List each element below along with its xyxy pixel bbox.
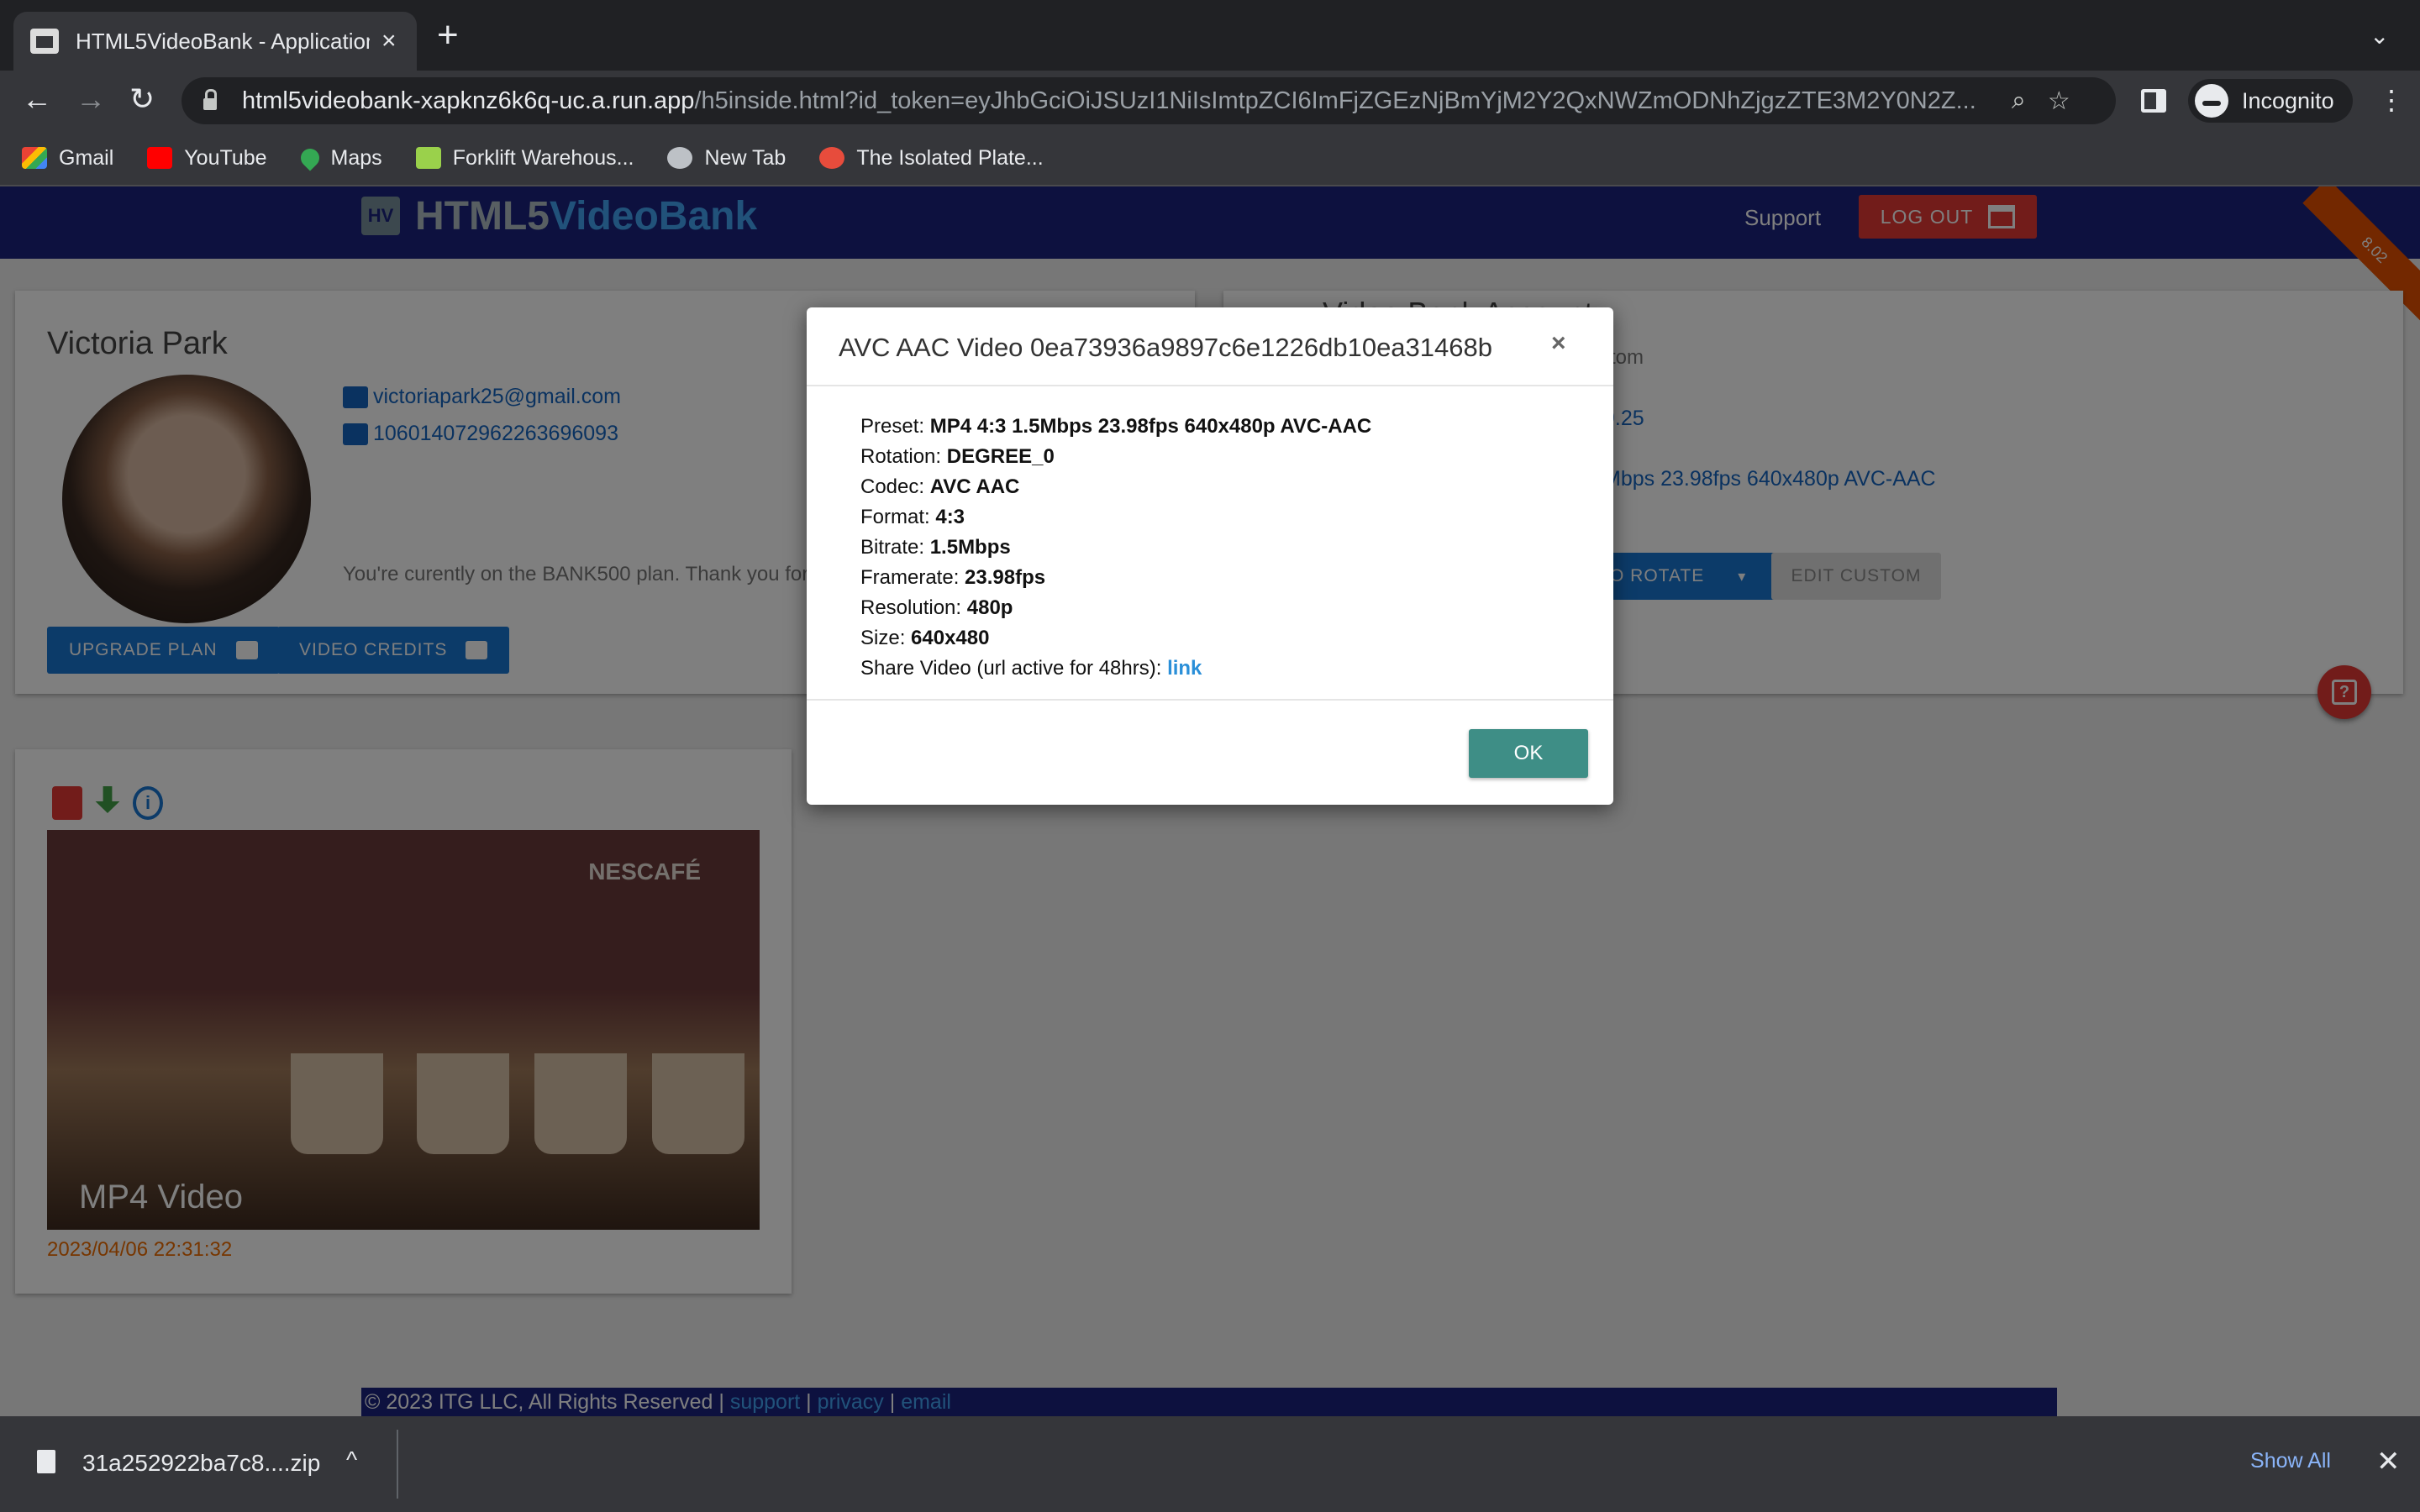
- field-format: Format: 4:3: [860, 506, 965, 528]
- tab-title: HTML5VideoBank - Application: [76, 28, 370, 54]
- bookmark-isolated-plate[interactable]: The Isolated Plate...: [819, 146, 1044, 171]
- address-bar[interactable]: html5videobank-xapknz6k6q-uc.a.run.app/h…: [182, 77, 2116, 124]
- bookmark-star-icon[interactable]: ☆: [2048, 87, 2070, 116]
- browser-menu-icon[interactable]: ⋮: [2378, 84, 2405, 116]
- close-icon[interactable]: ×: [1551, 329, 1566, 358]
- modal-title: AVC AAC Video 0ea73936a9897c6e1226db10ea…: [839, 333, 1492, 362]
- downloaded-file[interactable]: 31a252922ba7c8....zip: [82, 1450, 320, 1477]
- youtube-icon: [147, 147, 173, 169]
- gmail-icon: [22, 147, 47, 169]
- bookmark-gmail[interactable]: Gmail: [22, 146, 113, 171]
- isolated-plate-icon: [819, 147, 845, 169]
- bookmark-maps[interactable]: Maps: [296, 144, 382, 171]
- url-text[interactable]: html5videobank-xapknz6k6q-uc.a.run.app/h…: [242, 87, 1990, 115]
- incognito-icon: [2195, 84, 2228, 118]
- lock-icon[interactable]: [203, 89, 217, 110]
- field-framerate: Framerate: 23.98fps: [860, 566, 1046, 589]
- share-video-link[interactable]: link: [1167, 657, 1202, 680]
- browser-tab-strip: HTML5VideoBank - Application × + ⌄: [0, 0, 2420, 71]
- field-resolution: Resolution: 480p: [860, 596, 1013, 619]
- show-all-button[interactable]: Show All: [2227, 1436, 2354, 1485]
- modal-header: AVC AAC Video 0ea73936a9897c6e1226db10ea…: [807, 307, 1613, 386]
- browser-toolbar: ← → ↻ html5videobank-xapknz6k6q-uc.a.run…: [0, 71, 2420, 131]
- px-icon: [415, 147, 441, 169]
- maps-pin-icon: [296, 144, 324, 171]
- tab-search-chevron-icon[interactable]: ⌄: [2370, 22, 2389, 50]
- field-size: Size: 640x480: [860, 627, 990, 649]
- field-bitrate: Bitrate: 1.5Mbps: [860, 536, 1011, 559]
- zoom-icon[interactable]: ⌕: [2012, 87, 2026, 115]
- field-codec: Codec: AVC AAC: [860, 475, 1020, 498]
- reload-icon[interactable]: ↻: [129, 81, 155, 118]
- bookmark-new-tab[interactable]: New Tab: [667, 146, 786, 171]
- globe-icon: [667, 147, 693, 169]
- new-tab-button[interactable]: +: [437, 17, 459, 54]
- download-shelf: 31a252922ba7c8....zip ^ Show All ✕: [0, 1416, 2420, 1512]
- bookmark-forklift[interactable]: Forklift Warehous...: [415, 146, 634, 171]
- modal-body: Preset: MP4 4:3 1.5Mbps 23.98fps 640x480…: [807, 386, 1613, 701]
- shelf-divider: [397, 1430, 398, 1499]
- forward-arrow-icon[interactable]: →: [76, 81, 106, 118]
- bookmarks-bar: Gmail YouTube Maps Forklift Warehous... …: [0, 131, 2420, 186]
- file-icon: [37, 1450, 55, 1473]
- close-shelf-icon[interactable]: ✕: [2376, 1445, 2401, 1478]
- ok-button[interactable]: OK: [1469, 729, 1588, 778]
- site-favicon-icon: [30, 29, 59, 54]
- field-rotation: Rotation: DEGREE_0: [860, 445, 1055, 468]
- bookmark-youtube[interactable]: YouTube: [147, 146, 267, 171]
- incognito-label: Incognito: [2242, 87, 2334, 113]
- tab-close-icon[interactable]: ×: [381, 27, 397, 55]
- chevron-up-icon[interactable]: ^: [346, 1446, 357, 1473]
- video-info-modal: AVC AAC Video 0ea73936a9897c6e1226db10ea…: [807, 307, 1613, 805]
- incognito-indicator[interactable]: Incognito: [2188, 79, 2353, 123]
- field-share: Share Video (url active for 48hrs): link: [860, 657, 1202, 680]
- browser-tab[interactable]: HTML5VideoBank - Application ×: [13, 12, 417, 71]
- side-panel-icon[interactable]: [2141, 89, 2166, 113]
- field-preset: Preset: MP4 4:3 1.5Mbps 23.98fps 640x480…: [860, 415, 1372, 438]
- back-arrow-icon[interactable]: ←: [22, 81, 52, 118]
